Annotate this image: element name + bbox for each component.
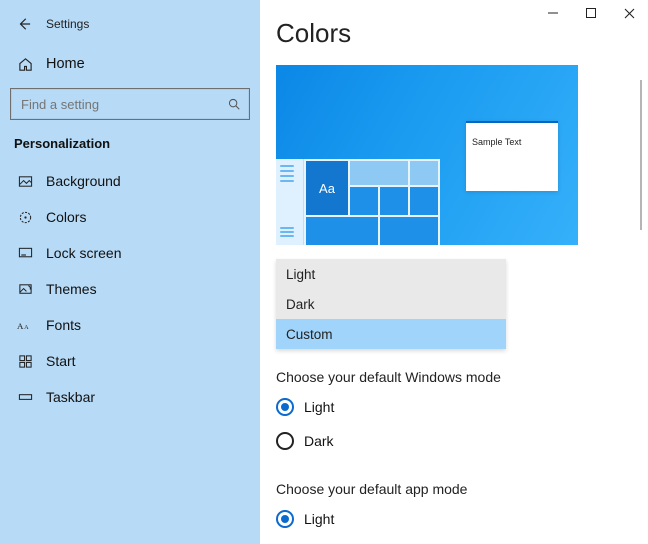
maximize-button[interactable] bbox=[572, 0, 610, 26]
preview-sample-text: Sample Text bbox=[466, 133, 558, 151]
sidebar-item-colors[interactable]: Colors bbox=[0, 199, 260, 235]
svg-text:A: A bbox=[17, 321, 24, 331]
app-mode-header: Choose your default app mode bbox=[270, 461, 648, 505]
scrollbar[interactable] bbox=[640, 80, 642, 230]
home-nav[interactable]: Home bbox=[0, 48, 260, 80]
window-title: Settings bbox=[38, 17, 89, 31]
color-preview: Sample Text Aa bbox=[276, 65, 578, 245]
sidebar: Settings Home Personalization Background… bbox=[0, 0, 260, 544]
sidebar-item-taskbar[interactable]: Taskbar bbox=[0, 379, 260, 415]
picture-icon bbox=[14, 174, 36, 189]
sidebar-item-label: Lock screen bbox=[36, 245, 121, 261]
sidebar-item-label: Background bbox=[36, 173, 121, 189]
sidebar-item-start[interactable]: Start bbox=[0, 343, 260, 379]
app-mode-dark[interactable]: Dark bbox=[270, 539, 648, 544]
start-icon bbox=[14, 354, 36, 369]
fonts-icon: AA bbox=[14, 318, 36, 333]
sidebar-item-label: Themes bbox=[36, 281, 97, 297]
minimize-icon bbox=[548, 8, 558, 18]
sidebar-item-label: Taskbar bbox=[36, 389, 95, 405]
content-area: Colors Sample Text Aa Light bbox=[260, 0, 648, 544]
search-input[interactable] bbox=[10, 88, 250, 120]
minimize-button[interactable] bbox=[534, 0, 572, 26]
radio-icon bbox=[276, 510, 294, 528]
sidebar-item-label: Fonts bbox=[36, 317, 81, 333]
home-icon bbox=[14, 57, 36, 72]
app-mode-light[interactable]: Light bbox=[270, 505, 648, 533]
windows-mode-light[interactable]: Light bbox=[270, 393, 648, 421]
sidebar-item-label: Start bbox=[36, 353, 76, 369]
preview-tile-aa: Aa bbox=[306, 161, 348, 215]
preview-start-menu: Aa bbox=[276, 159, 440, 245]
taskbar-icon bbox=[14, 390, 36, 405]
search-icon bbox=[227, 97, 241, 111]
windows-mode-header: Choose your default Windows mode bbox=[270, 349, 648, 393]
back-button[interactable] bbox=[10, 10, 38, 38]
radio-icon bbox=[276, 432, 294, 450]
dropdown-option-light[interactable]: Light bbox=[276, 259, 506, 289]
sidebar-item-label: Colors bbox=[36, 209, 86, 225]
windows-mode-dark[interactable]: Dark bbox=[270, 427, 648, 455]
arrow-left-icon bbox=[17, 17, 31, 31]
preview-window: Sample Text bbox=[466, 121, 558, 191]
dropdown-option-dark[interactable]: Dark bbox=[276, 289, 506, 319]
sidebar-item-background[interactable]: Background bbox=[0, 163, 260, 199]
sidebar-item-fonts[interactable]: AA Fonts bbox=[0, 307, 260, 343]
close-icon bbox=[624, 8, 635, 19]
palette-icon bbox=[14, 210, 36, 225]
sidebar-section-header: Personalization bbox=[0, 120, 260, 157]
search-field[interactable] bbox=[19, 96, 213, 113]
maximize-icon bbox=[586, 8, 596, 18]
radio-icon bbox=[276, 398, 294, 416]
home-label: Home bbox=[36, 56, 85, 72]
dropdown-option-custom[interactable]: Custom bbox=[276, 319, 506, 349]
color-mode-dropdown[interactable]: Light Dark Custom bbox=[276, 259, 506, 349]
sidebar-item-themes[interactable]: Themes bbox=[0, 271, 260, 307]
themes-icon bbox=[14, 282, 36, 297]
svg-text:A: A bbox=[24, 324, 29, 331]
close-button[interactable] bbox=[610, 0, 648, 26]
sidebar-item-lock-screen[interactable]: Lock screen bbox=[0, 235, 260, 271]
lock-screen-icon bbox=[14, 246, 36, 261]
